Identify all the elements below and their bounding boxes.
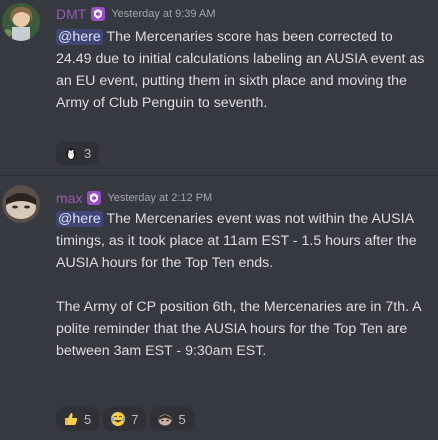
custom-emoji-icon xyxy=(157,411,173,427)
message: DMT Yesterday at 9:39 AM @here The Merce… xyxy=(0,0,438,172)
timestamp: Yesterday at 9:39 AM xyxy=(111,8,216,20)
reaction-count: 3 xyxy=(84,145,92,161)
message-divider xyxy=(0,175,438,176)
reaction-penguin[interactable]: 3 xyxy=(56,141,100,165)
message-text: The Army of CP position 6th, the Mercena… xyxy=(56,299,421,359)
message-content: @here The Mercenaries score has been cor… xyxy=(56,26,431,114)
reactions: 5 7 5 xyxy=(56,407,194,431)
username[interactable]: max xyxy=(56,190,82,206)
reaction-custom[interactable]: 5 xyxy=(150,407,194,431)
message-text: The Mercenaries event was not within the… xyxy=(56,211,417,271)
reaction-count: 5 xyxy=(84,411,92,427)
reaction-joy[interactable]: 7 xyxy=(103,407,147,431)
thumbs-up-icon xyxy=(63,411,79,427)
message-content: @here The Mercenaries event was not with… xyxy=(56,208,431,362)
reactions: 3 xyxy=(56,141,100,165)
timestamp: Yesterday at 2:12 PM xyxy=(107,192,213,204)
avatar[interactable] xyxy=(2,185,40,223)
username[interactable]: DMT xyxy=(56,6,86,22)
penguin-icon xyxy=(63,145,79,161)
reaction-count: 5 xyxy=(178,411,186,427)
nitro-badge-icon xyxy=(91,7,106,21)
chat-log: DMT Yesterday at 9:39 AM @here The Merce… xyxy=(0,0,438,440)
mention[interactable]: @here xyxy=(56,211,103,227)
avatar[interactable] xyxy=(2,3,40,41)
reaction-thumbs-up[interactable]: 5 xyxy=(56,407,100,431)
nitro-badge-icon xyxy=(87,191,102,205)
message-text: The Mercenaries score has been corrected… xyxy=(56,29,425,111)
reaction-count: 7 xyxy=(131,411,139,427)
mention[interactable]: @here xyxy=(56,29,103,45)
message: max Yesterday at 2:12 PM @here The Merce… xyxy=(0,181,438,440)
joy-icon xyxy=(110,411,126,427)
